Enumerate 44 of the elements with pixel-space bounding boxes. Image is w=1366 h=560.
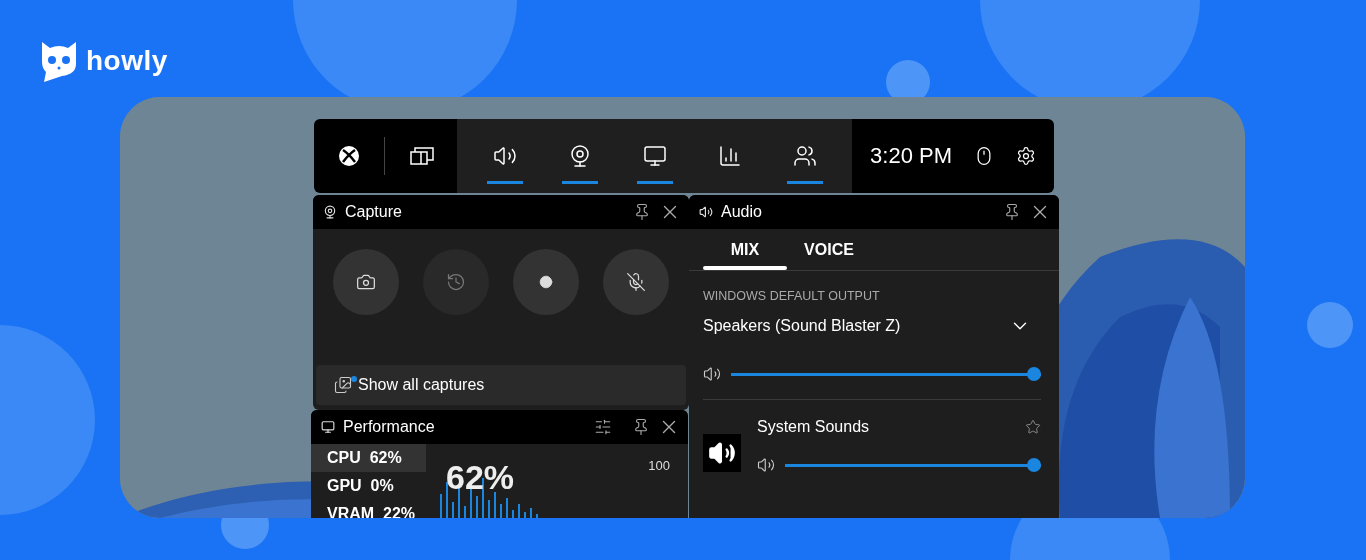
section-label: WINDOWS DEFAULT OUTPUT (702, 288, 881, 303)
pin-icon[interactable] (1003, 203, 1021, 221)
owl-logo-icon (40, 40, 78, 82)
bar-chart-icon (717, 144, 742, 168)
speaker-icon (492, 144, 517, 168)
audio-tab[interactable]: VOICE (787, 229, 871, 270)
axis-max-label: 100 (648, 458, 670, 473)
volume-slider[interactable] (731, 367, 1041, 381)
decorative-circle (1307, 302, 1353, 348)
show-all-captures-button[interactable]: Show all captures (316, 365, 686, 405)
monitor-icon (642, 144, 667, 168)
record-dot-icon (539, 275, 553, 289)
sliders-icon[interactable] (594, 418, 612, 436)
output-device-dropdown[interactable]: Speakers (Sound Blaster Z) (689, 303, 1045, 337)
settings-icon[interactable] (1016, 146, 1036, 166)
slider-thumb[interactable] (1027, 458, 1041, 472)
panel-title: Audio (721, 203, 763, 221)
clock-time: 3:20 PM (870, 143, 952, 169)
slider-thumb[interactable] (1027, 367, 1041, 381)
pin-icon[interactable] (633, 203, 651, 221)
history-icon (446, 272, 466, 292)
camera-icon (356, 272, 376, 292)
app-name: System Sounds (757, 418, 870, 436)
app-speaker-icon (703, 434, 741, 472)
xbox-logo-icon[interactable] (338, 145, 360, 167)
widget-menu-button[interactable] (409, 145, 435, 167)
audio-tab[interactable]: MIX (703, 229, 787, 270)
metric-item[interactable]: GPU 0% (311, 472, 426, 500)
panel-title: Capture (345, 203, 403, 221)
gallery-icon (334, 376, 352, 394)
microphone-off-icon (626, 272, 646, 292)
people-icon (792, 144, 817, 168)
volume-icon (703, 365, 721, 383)
usage-reading: 62% (446, 458, 515, 497)
favorite-star-icon[interactable] (1025, 419, 1041, 435)
metric-item[interactable]: CPU 62% (311, 444, 426, 472)
speaker-icon (699, 205, 713, 219)
monitor-icon (321, 420, 335, 434)
volume-slider[interactable] (785, 458, 1041, 472)
volume-icon (757, 456, 775, 474)
pin-icon[interactable] (632, 418, 650, 436)
brand-name: howly (86, 45, 168, 77)
webcam-icon (323, 205, 337, 219)
panel-title: Performance (343, 418, 436, 436)
